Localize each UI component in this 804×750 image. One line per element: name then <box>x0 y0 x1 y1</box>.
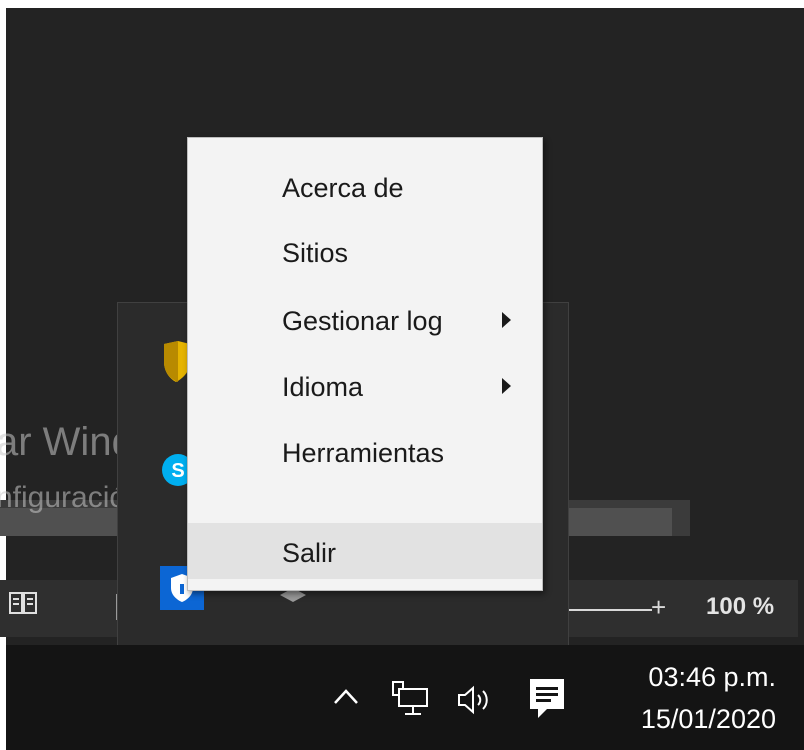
read-mode-icon[interactable] <box>8 590 38 616</box>
tray-context-menu: Acerca de Sitios Gestionar log Idioma He… <box>187 137 543 591</box>
submenu-arrow-icon <box>502 378 511 394</box>
menu-item-gestionar-log[interactable]: Gestionar log <box>188 291 542 347</box>
menu-item-idioma[interactable]: Idioma <box>188 357 542 413</box>
menu-item-label: Gestionar log <box>282 306 443 336</box>
clock-date[interactable]: 15/01/2020 <box>641 704 776 735</box>
network-icon[interactable] <box>390 680 430 720</box>
menu-item-salir[interactable]: Salir <box>188 523 542 579</box>
menu-item-label: Herramientas <box>282 438 445 468</box>
zoom-slider[interactable] <box>566 609 652 611</box>
clock-time[interactable]: 03:46 p.m. <box>648 662 776 693</box>
menu-item-acerca-de[interactable]: Acerca de <box>188 158 542 214</box>
zoom-level[interactable]: 100 % <box>706 593 774 621</box>
zoom-in-button[interactable]: + <box>651 592 666 623</box>
chevron-up-icon[interactable] <box>333 686 359 706</box>
menu-item-label: Acerca de <box>282 173 404 203</box>
volume-icon[interactable] <box>456 683 496 717</box>
menu-item-label: Idioma <box>282 372 364 402</box>
menu-item-sitios[interactable]: Sitios <box>188 223 542 279</box>
submenu-arrow-icon <box>502 312 511 328</box>
menu-item-herramientas[interactable]: Herramientas <box>188 423 542 479</box>
menu-item-label: Sitios <box>282 238 349 268</box>
menu-item-label: Salir <box>282 538 337 568</box>
svg-text:S: S <box>171 460 184 482</box>
notification-icon[interactable] <box>527 676 567 722</box>
